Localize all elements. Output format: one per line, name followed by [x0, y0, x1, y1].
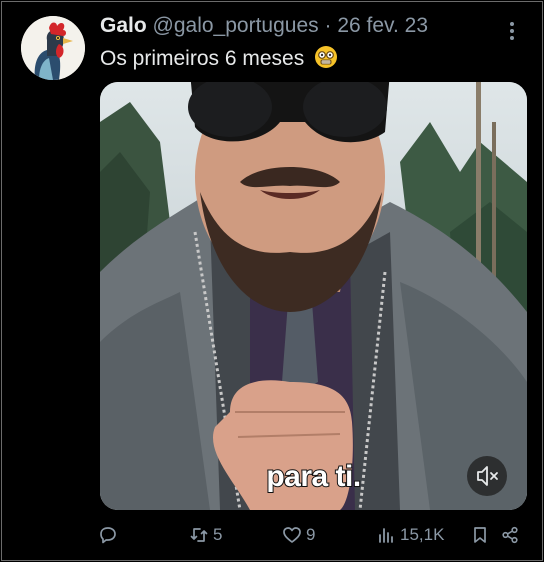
tweet-date[interactable]: 26 fev. 23 — [337, 14, 428, 37]
video-caption: para ti. — [265, 459, 362, 494]
muted-speaker-icon — [477, 466, 498, 486]
views-count: 15,1K — [400, 525, 445, 544]
more-options-icon[interactable] — [506, 20, 518, 44]
bookmark-button[interactable] — [470, 520, 490, 550]
reply-icon — [100, 527, 116, 544]
retweet-count: 5 — [213, 525, 223, 544]
reply-button[interactable] — [98, 520, 122, 550]
retweet-icon — [190, 528, 208, 542]
heart-icon — [283, 527, 301, 543]
video-frame — [100, 82, 527, 510]
tweet-text-content: Os primeiros 6 meses — [100, 47, 305, 70]
views-bar-chart-icon — [379, 528, 393, 543]
like-count: 9 — [306, 525, 316, 544]
bookmark-icon — [474, 527, 486, 543]
tweet-actions: 5 9 15,1K — [0, 520, 544, 554]
header-separator: · — [324, 14, 332, 37]
retweet-button[interactable]: 5 — [189, 520, 222, 550]
like-button[interactable]: 9 — [282, 520, 315, 550]
share-button[interactable] — [500, 520, 520, 550]
video-player[interactable]: para ti. — [100, 82, 527, 510]
rooster-icon — [21, 16, 85, 80]
tweet-header: Galo @galo_portugues · 26 fev. 23 — [100, 14, 428, 38]
author-handle[interactable]: @galo_portugues — [153, 14, 319, 37]
mute-button[interactable] — [467, 456, 507, 496]
grimacing-glasses-face-icon — [315, 46, 338, 68]
avatar[interactable] — [21, 16, 85, 80]
share-icon — [502, 526, 518, 544]
author-name[interactable]: Galo — [100, 14, 147, 37]
tweet-text: Os primeiros 6 meses — [100, 45, 338, 71]
views-button[interactable]: 15,1K — [376, 520, 444, 550]
